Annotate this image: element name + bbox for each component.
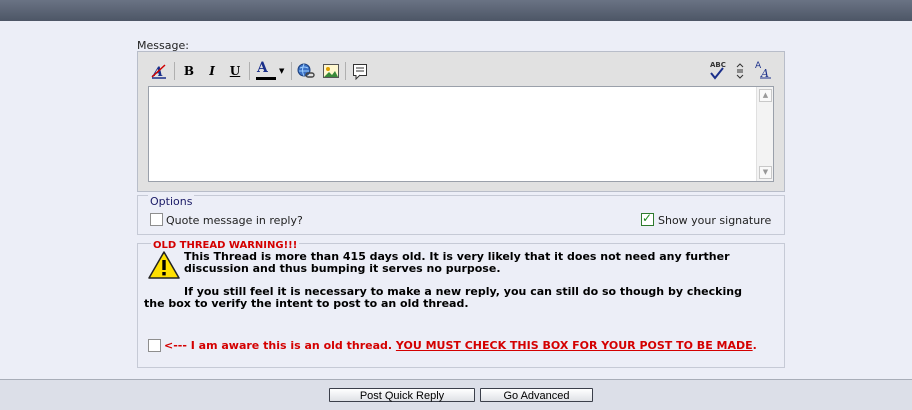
confirm-prefix: <--- I am aware this is an old thread. <box>164 339 396 352</box>
font-color-glyph: A <box>257 60 268 76</box>
message-editor: A B I U A ▼ ABC A A ▲ ▼ <box>137 51 785 192</box>
show-signature-checkbox[interactable] <box>641 211 654 226</box>
link-icon <box>297 63 315 78</box>
switch-mode-button[interactable]: A A <box>754 61 772 80</box>
toolbar-separator <box>249 62 250 80</box>
image-icon <box>323 64 339 78</box>
switch-mode-icon: A <box>760 67 771 80</box>
warning-message: This Thread is more than 415 days old. I… <box>184 250 730 275</box>
confirm-emphasis: YOU MUST CHECK THIS BOX FOR YOUR POST TO… <box>395 339 753 352</box>
confirm-suffix: . <box>752 339 757 352</box>
underline-button[interactable]: U <box>227 62 243 80</box>
scroll-down-icon[interactable]: ▼ <box>759 166 772 179</box>
quote-message-checkbox[interactable] <box>150 213 163 226</box>
spell-check-button[interactable]: ABC <box>708 61 726 80</box>
warning-instructions: If you still feel it is necessary to mak… <box>144 285 742 310</box>
show-signature-label: Show your signature <box>658 214 772 227</box>
font-color-button[interactable]: A ▼ <box>255 60 287 80</box>
toolbar-separator <box>345 62 346 80</box>
top-header-bar <box>0 0 912 21</box>
post-quick-reply-button[interactable]: Post Quick Reply <box>329 388 475 402</box>
toolbar-separator <box>174 62 175 80</box>
font-color-swatch <box>256 77 276 80</box>
action-bar: Post Quick Reply Go Advanced <box>0 379 912 410</box>
message-textarea[interactable]: ▲ ▼ <box>148 86 774 182</box>
options-legend: Options <box>148 195 195 208</box>
insert-link-button[interactable] <box>297 62 315 80</box>
toolbar-separator <box>291 62 292 80</box>
insert-quote-button[interactable] <box>351 62 369 81</box>
chevron-down-icon: ▼ <box>279 67 285 75</box>
scroll-up-icon[interactable]: ▲ <box>759 89 772 102</box>
options-fieldset: Options Quote message in reply? Show you… <box>137 195 785 235</box>
quote-message-label: Quote message in reply? <box>166 214 303 227</box>
resize-icon <box>736 63 744 79</box>
checkmark-icon <box>710 67 724 80</box>
remove-format-icon: A <box>151 64 166 80</box>
quote-icon <box>353 64 367 81</box>
italic-button[interactable]: I <box>204 62 220 80</box>
insert-image-button[interactable] <box>322 62 340 80</box>
bold-button[interactable]: B <box>181 62 197 80</box>
remove-format-button[interactable]: A <box>150 62 168 80</box>
resize-editor-button[interactable] <box>733 62 747 80</box>
editor-toolbar: A B I U A ▼ ABC A A <box>138 52 784 86</box>
old-thread-warning: OLD THREAD WARNING!!! This Thread is mor… <box>137 240 785 368</box>
go-advanced-button[interactable]: Go Advanced <box>480 388 593 402</box>
old-thread-confirm-label: <--- I am aware this is an old thread. Y… <box>144 339 764 352</box>
warning-icon <box>148 251 180 279</box>
textarea-scrollbar[interactable]: ▲ ▼ <box>756 87 773 181</box>
